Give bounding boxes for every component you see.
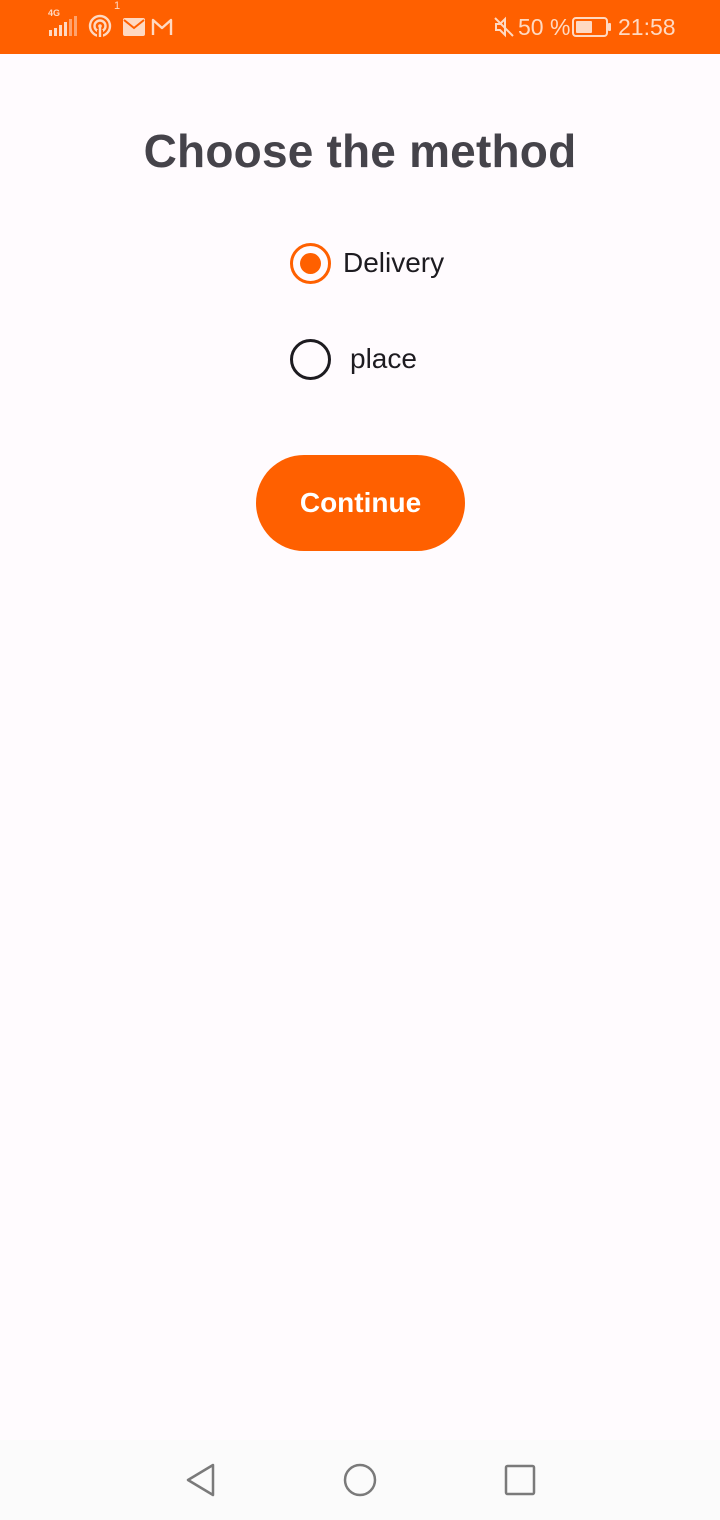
radio-label-delivery: Delivery	[343, 247, 445, 278]
continue-button[interactable]: Continue	[256, 455, 465, 551]
navigation-bar	[0, 1440, 720, 1520]
radio-option-place[interactable]: place	[290, 338, 417, 380]
page-title: Choose the method	[143, 125, 577, 177]
radio-dot	[300, 252, 321, 274]
back-icon[interactable]	[180, 1460, 220, 1500]
battery-percent: 50 %	[518, 13, 571, 40]
radio-button-unchecked[interactable]	[290, 338, 331, 380]
radio-option-delivery[interactable]: Delivery	[290, 242, 444, 284]
radio-button-checked[interactable]	[290, 242, 331, 284]
notification-count: 1	[114, 0, 121, 12]
home-icon[interactable]	[340, 1460, 380, 1500]
hotspot-icon: 1	[88, 0, 120, 54]
mute-icon	[493, 0, 515, 54]
clock: 21:58	[618, 13, 676, 40]
mail-icon	[123, 0, 145, 54]
status-bar: 4G 1 50 % 21:58	[0, 0, 720, 54]
radio-label-place: place	[350, 343, 417, 374]
gmail-icon	[151, 0, 173, 54]
recents-icon[interactable]	[500, 1460, 540, 1500]
battery-icon	[572, 0, 612, 54]
signal-icon: 4G	[48, 0, 82, 54]
